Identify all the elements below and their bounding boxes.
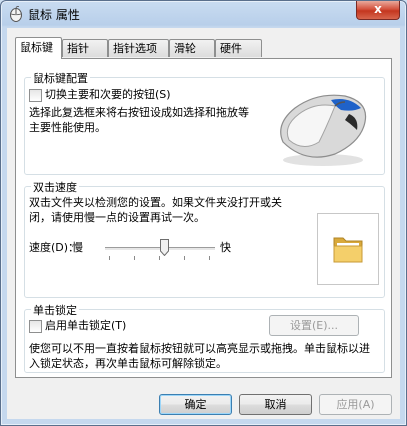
fast-label: 快 bbox=[220, 241, 231, 254]
slider-tick bbox=[184, 256, 185, 260]
mouse-properties-window: 鼠标 属性 x 鼠标键 指针 指针选项 滑轮 硬件 鼠标键配置 切换主要和次要的… bbox=[0, 0, 407, 426]
button-configuration-title: 鼠标键配置 bbox=[31, 70, 90, 86]
slow-label: 慢 bbox=[72, 241, 83, 254]
double-click-speed-title: 双击速度 bbox=[31, 179, 79, 195]
button-configuration-group: 鼠标键配置 切换主要和次要的按钮(S) 选择此复选框来将右按钮设成如选择和拖放等… bbox=[24, 70, 385, 175]
cancel-button[interactable]: 取消 bbox=[239, 394, 312, 415]
slider-tick bbox=[109, 256, 110, 260]
click-lock-label[interactable]: 启用单击锁定(T) bbox=[45, 318, 126, 333]
slider-thumb[interactable] bbox=[160, 239, 169, 256]
ok-button[interactable]: 确定 bbox=[159, 394, 232, 415]
close-button[interactable]: x bbox=[356, 1, 400, 20]
tab-buttons[interactable]: 鼠标键 bbox=[15, 37, 62, 59]
click-lock-description: 使您可以不用一直按着鼠标按钮就可以高亮显示或拖拽。单击鼠标以进入锁定状态，再次单… bbox=[29, 342, 370, 370]
dialog-client-area: 鼠标键 指针 指针选项 滑轮 硬件 鼠标键配置 切换主要和次要的按钮(S) 选择… bbox=[7, 28, 400, 419]
click-lock-checkbox[interactable] bbox=[29, 320, 42, 333]
double-click-description: 双击文件夹以检测您的设置。如果文件夹没打开或关闭，请使用慢一点的设置再试一次。 bbox=[29, 196, 282, 224]
window-title: 鼠标 属性 bbox=[28, 8, 80, 22]
click-lock-group: 单击锁定 启用单击锁定(T) 设置(E)... 使您可以不用一直按着鼠标按钮就可… bbox=[24, 302, 385, 373]
switch-buttons-description: 选择此复选框来将右按钮设成如选择和拖放等主要性能使用。 bbox=[29, 106, 249, 134]
slider-tick bbox=[209, 256, 210, 260]
slider-tick bbox=[159, 256, 160, 260]
apply-button[interactable]: 应用(A) bbox=[319, 394, 392, 415]
double-click-speed-group: 双击速度 双击文件夹以检测您的设置。如果文件夹没打开或关闭，请使用慢一点的设置再… bbox=[24, 179, 385, 298]
double-click-speed-slider[interactable] bbox=[105, 237, 215, 261]
folder-icon[interactable] bbox=[331, 232, 365, 266]
test-folder-box[interactable] bbox=[317, 213, 379, 285]
tab-hardware[interactable]: 硬件 bbox=[215, 39, 262, 57]
tab-pointers[interactable]: 指针 bbox=[62, 39, 108, 57]
tab-wheel[interactable]: 滑轮 bbox=[169, 39, 215, 57]
title-bar[interactable]: 鼠标 属性 x bbox=[1, 1, 406, 27]
switch-buttons-label[interactable]: 切换主要和次要的按钮(S) bbox=[45, 87, 171, 102]
tab-pointer-options[interactable]: 指针选项 bbox=[108, 39, 169, 57]
click-lock-title: 单击锁定 bbox=[31, 302, 79, 318]
mouse-icon bbox=[10, 6, 22, 22]
slider-tick bbox=[134, 256, 135, 260]
switch-buttons-checkbox[interactable] bbox=[29, 89, 42, 102]
click-lock-settings-button[interactable]: 设置(E)... bbox=[269, 315, 359, 336]
tab-panel-buttons: 鼠标键配置 切换主要和次要的按钮(S) 选择此复选框来将右按钮设成如选择和拖放等… bbox=[15, 58, 392, 378]
mouse-illustration bbox=[280, 94, 367, 166]
